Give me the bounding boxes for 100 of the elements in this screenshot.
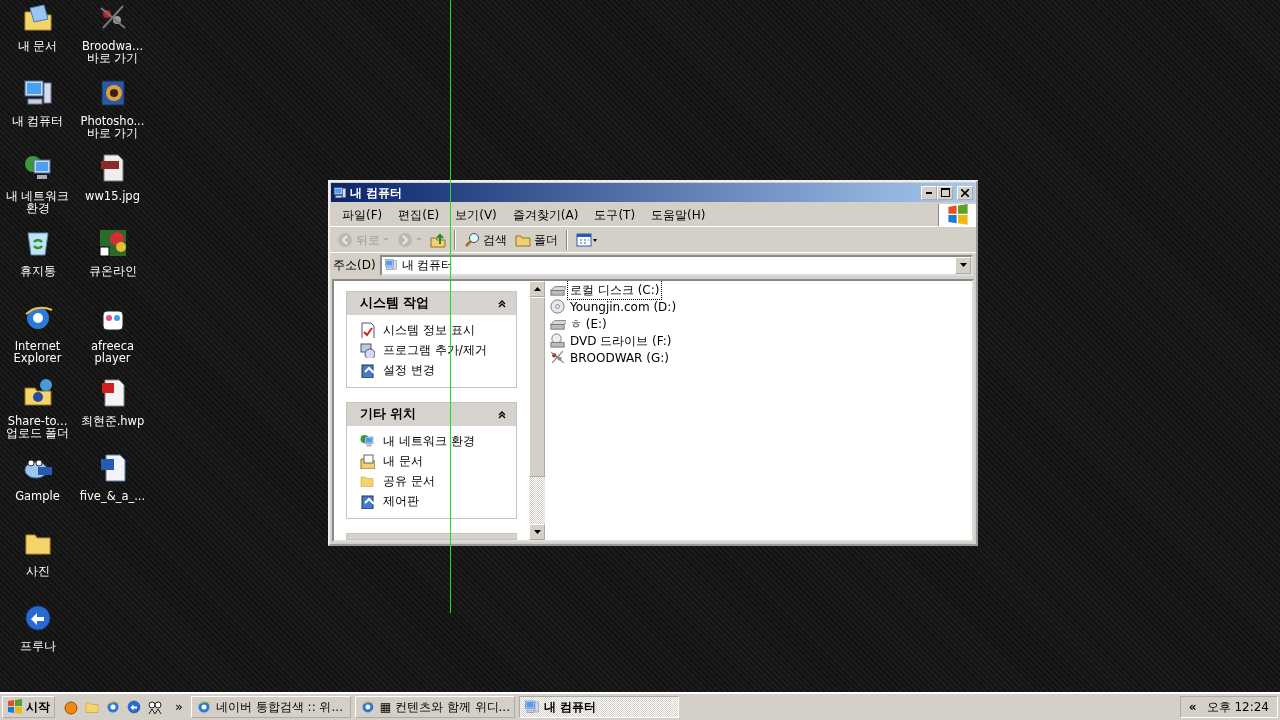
maximize-button[interactable] [937, 185, 953, 200]
scroll-thumb[interactable] [529, 297, 545, 477]
panel-title: 시스템 작업 [360, 294, 430, 313]
icon-label[interactable]: afreeca [90, 340, 135, 352]
down-arrow-icon [533, 530, 541, 534]
scroll-up-button[interactable] [529, 281, 545, 297]
taskbar-button[interactable]: 내 컴퓨터 [518, 696, 679, 718]
icon-label[interactable]: Explorer [13, 352, 62, 364]
control-panel-icon [359, 493, 375, 509]
up-arrow-icon [533, 287, 541, 291]
menu-item[interactable]: 즐겨찾기(A) [504, 205, 587, 224]
icon-label[interactable]: Gample [15, 490, 60, 502]
shared-folder-icon [21, 377, 54, 409]
caret-icon [383, 237, 389, 242]
sphere-icon [63, 699, 79, 715]
task-link[interactable]: 제어판 [359, 492, 506, 510]
browser-icon [105, 699, 121, 715]
folder-icon [21, 2, 54, 34]
collapse-icon[interactable] [498, 410, 506, 419]
icon-label[interactable]: ww15.jpg [85, 190, 140, 202]
folders-button[interactable]: 폴더 [512, 229, 561, 250]
caret-icon [416, 237, 422, 242]
menu-item[interactable]: 편집(E) [390, 205, 448, 224]
drive-item[interactable]: ㅎ (E:) [549, 315, 609, 332]
browser-icon [359, 699, 376, 715]
folder-icon [84, 699, 100, 715]
forward-icon [397, 231, 413, 248]
clock: 오후 12:24 [1206, 699, 1269, 716]
task-link[interactable]: 내 문서 [359, 452, 506, 470]
more-button[interactable]: » [171, 697, 187, 717]
minimize-icon [926, 191, 932, 194]
drive-item[interactable]: Youngjin.com (D:) [549, 298, 679, 315]
icon-label[interactable]: 환경 [25, 202, 50, 214]
address-label: 주소(D) [333, 257, 376, 274]
icon-label[interactable]: 사진 [25, 565, 50, 577]
menu-item[interactable]: 도움말(H) [643, 205, 714, 224]
scrollbar[interactable] [529, 281, 545, 540]
menu-item[interactable]: 파일(F) [334, 205, 391, 224]
windows-logo-icon [7, 699, 23, 715]
document-icon [359, 322, 375, 338]
browser-icon [195, 699, 212, 715]
icon-label[interactable]: 바로 가기 [86, 52, 139, 64]
windows-logo-icon [946, 203, 969, 226]
icon-label[interactable]: 최현준.hwp [80, 415, 145, 427]
folder-up-icon [430, 231, 446, 248]
maximize-icon [940, 188, 950, 197]
task-link[interactable]: 시스템 정보 표시 [359, 321, 506, 339]
people-icon [147, 699, 163, 715]
computer-icon [523, 699, 540, 715]
computer-icon [333, 185, 347, 200]
menu-item[interactable]: 도구(T) [586, 205, 644, 224]
scroll-down-button[interactable] [529, 524, 545, 540]
panel-header[interactable]: 시스템 작업 [347, 292, 516, 315]
icon-label[interactable]: 업로드 폴더 [5, 427, 70, 439]
search-button[interactable]: 검색 [461, 229, 510, 250]
search-icon [464, 231, 480, 248]
icon-label[interactable]: Photosho... [80, 115, 145, 127]
dropdown-arrow-icon [959, 263, 967, 267]
panel-header[interactable]: 기타 위치 [347, 403, 516, 426]
views-icon [576, 231, 598, 248]
taskbar-button[interactable]: ▦ 컨텐츠와 함께 위디... [354, 696, 515, 718]
drive-item[interactable]: DVD 드라이브 (F:) [549, 332, 674, 349]
start-button[interactable]: 시작 [2, 696, 55, 718]
task-link[interactable]: 설정 변경 [359, 361, 506, 379]
icon-label[interactable]: 휴지통 [19, 265, 56, 277]
icon-label[interactable]: 내 네트워크 [5, 190, 70, 202]
close-button[interactable] [957, 185, 973, 200]
icon-label[interactable]: 내 컴퓨터 [11, 115, 64, 127]
back-icon [337, 231, 353, 248]
icon-label[interactable]: 바로 가기 [86, 127, 139, 139]
minimize-button[interactable] [921, 185, 937, 200]
icon-label[interactable]: Internet [14, 340, 61, 352]
icon-label[interactable]: Broodwa... [81, 40, 144, 52]
folder-icon [359, 453, 375, 469]
disc-drive-icon [549, 332, 566, 349]
collapse-icon[interactable] [498, 299, 506, 308]
icon-label[interactable]: 프루나 [19, 640, 56, 652]
close-icon [961, 188, 969, 197]
icon-label[interactable]: 내 문서 [17, 40, 58, 52]
quick-launch-button[interactable] [147, 699, 163, 715]
disc-icon [549, 298, 566, 315]
game-balls-icon [96, 227, 129, 259]
show-icons-button[interactable]: « [1188, 698, 1197, 716]
menu-item[interactable]: 보기(V) [447, 205, 505, 224]
task-link[interactable]: 공유 문서 [359, 472, 506, 490]
dropdown-button[interactable] [955, 256, 971, 274]
control-panel-icon [359, 362, 375, 378]
network-icon [359, 433, 375, 449]
icon-label[interactable]: Share-to... [7, 415, 68, 427]
computer-icon [383, 258, 398, 272]
folder-icon [359, 473, 375, 489]
drive-item[interactable]: 로컬 디스크 (C:) [549, 281, 662, 298]
programs-icon [359, 342, 375, 358]
globe-icon [126, 699, 142, 715]
window-title: 내 컴퓨터 [350, 184, 403, 202]
drive-item[interactable]: BROODWAR (G:) [549, 349, 671, 366]
taskbar-button[interactable]: 네이버 통합검색 :: 위... [190, 696, 351, 718]
icon-label[interactable]: player [94, 352, 131, 364]
icon-label[interactable]: five_&_a_... [79, 490, 146, 502]
icon-label[interactable]: 큐온라인 [88, 265, 137, 277]
